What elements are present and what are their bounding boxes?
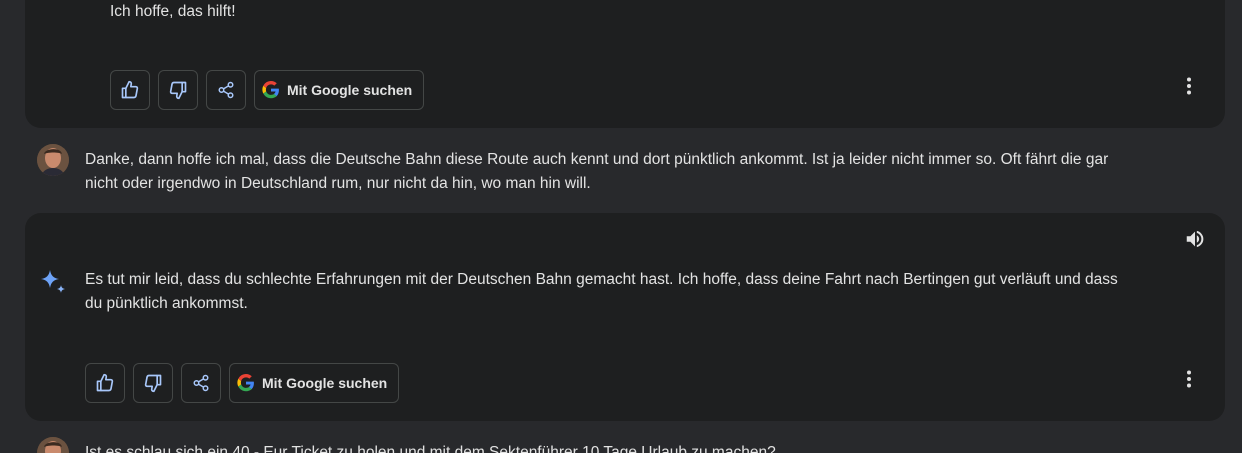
response-text: Es tut mir leid, dass du schlechte Erfah… [85, 268, 1118, 316]
user-message-line: Danke, dann hoffe ich mal, dass die Deut… [85, 151, 1109, 168]
thumbs-up-icon [95, 373, 115, 393]
google-g-icon [262, 81, 280, 99]
response-text-line: Es tut mir leid, dass du schlechte Erfah… [85, 271, 1118, 288]
thumbs-up-button[interactable] [110, 70, 150, 110]
share-button[interactable] [181, 363, 221, 403]
user-message-line: Ist es schlau sich ein 40,- Eur Ticket z… [85, 444, 776, 453]
share-icon [192, 374, 210, 392]
user-avatar [37, 144, 69, 176]
more-vert-icon [1186, 77, 1192, 100]
volume-icon [1184, 228, 1206, 255]
share-button[interactable] [206, 70, 246, 110]
response-actions: Mit Google suchen [85, 363, 400, 403]
google-g-icon [237, 374, 255, 392]
sparkle-icon [39, 268, 67, 301]
read-aloud-button[interactable] [1182, 228, 1208, 254]
response-card: Es tut mir leid, dass du schlechte Erfah… [25, 213, 1225, 421]
user-message-text: Danke, dann hoffe ich mal, dass die Deut… [85, 148, 1108, 196]
response-text: Ich hoffe, das hilft! [110, 0, 236, 24]
thumbs-down-button[interactable] [133, 363, 173, 403]
more-vert-icon [1186, 370, 1192, 393]
google-search-label: Mit Google suchen [262, 375, 388, 391]
thumbs-down-button[interactable] [158, 70, 198, 110]
google-search-button[interactable]: Mit Google suchen [229, 363, 400, 403]
google-search-button[interactable]: Mit Google suchen [254, 70, 425, 110]
more-options-button[interactable] [1177, 76, 1201, 100]
google-search-label: Mit Google suchen [287, 82, 413, 98]
response-text-line: Ich hoffe, das hilft! [110, 3, 236, 20]
thumbs-down-icon [143, 373, 163, 393]
response-card: Ich hoffe, das hilft! Mit Google suchen [25, 0, 1225, 128]
response-actions: Mit Google suchen [110, 70, 425, 110]
share-icon [217, 81, 235, 99]
thumbs-up-button[interactable] [85, 363, 125, 403]
response-text-line: du pünktlich ankommst. [85, 295, 248, 312]
user-message-line: nicht oder irgendwo in Deutschland rum, … [85, 175, 591, 192]
thumbs-up-icon [120, 80, 140, 100]
chat-page: Ich hoffe, das hilft! Mit Google suchen … [0, 0, 1242, 453]
user-avatar [37, 437, 69, 453]
user-message-text: Ist es schlau sich ein 40,- Eur Ticket z… [85, 441, 776, 453]
more-options-button[interactable] [1177, 369, 1201, 393]
thumbs-down-icon [168, 80, 188, 100]
